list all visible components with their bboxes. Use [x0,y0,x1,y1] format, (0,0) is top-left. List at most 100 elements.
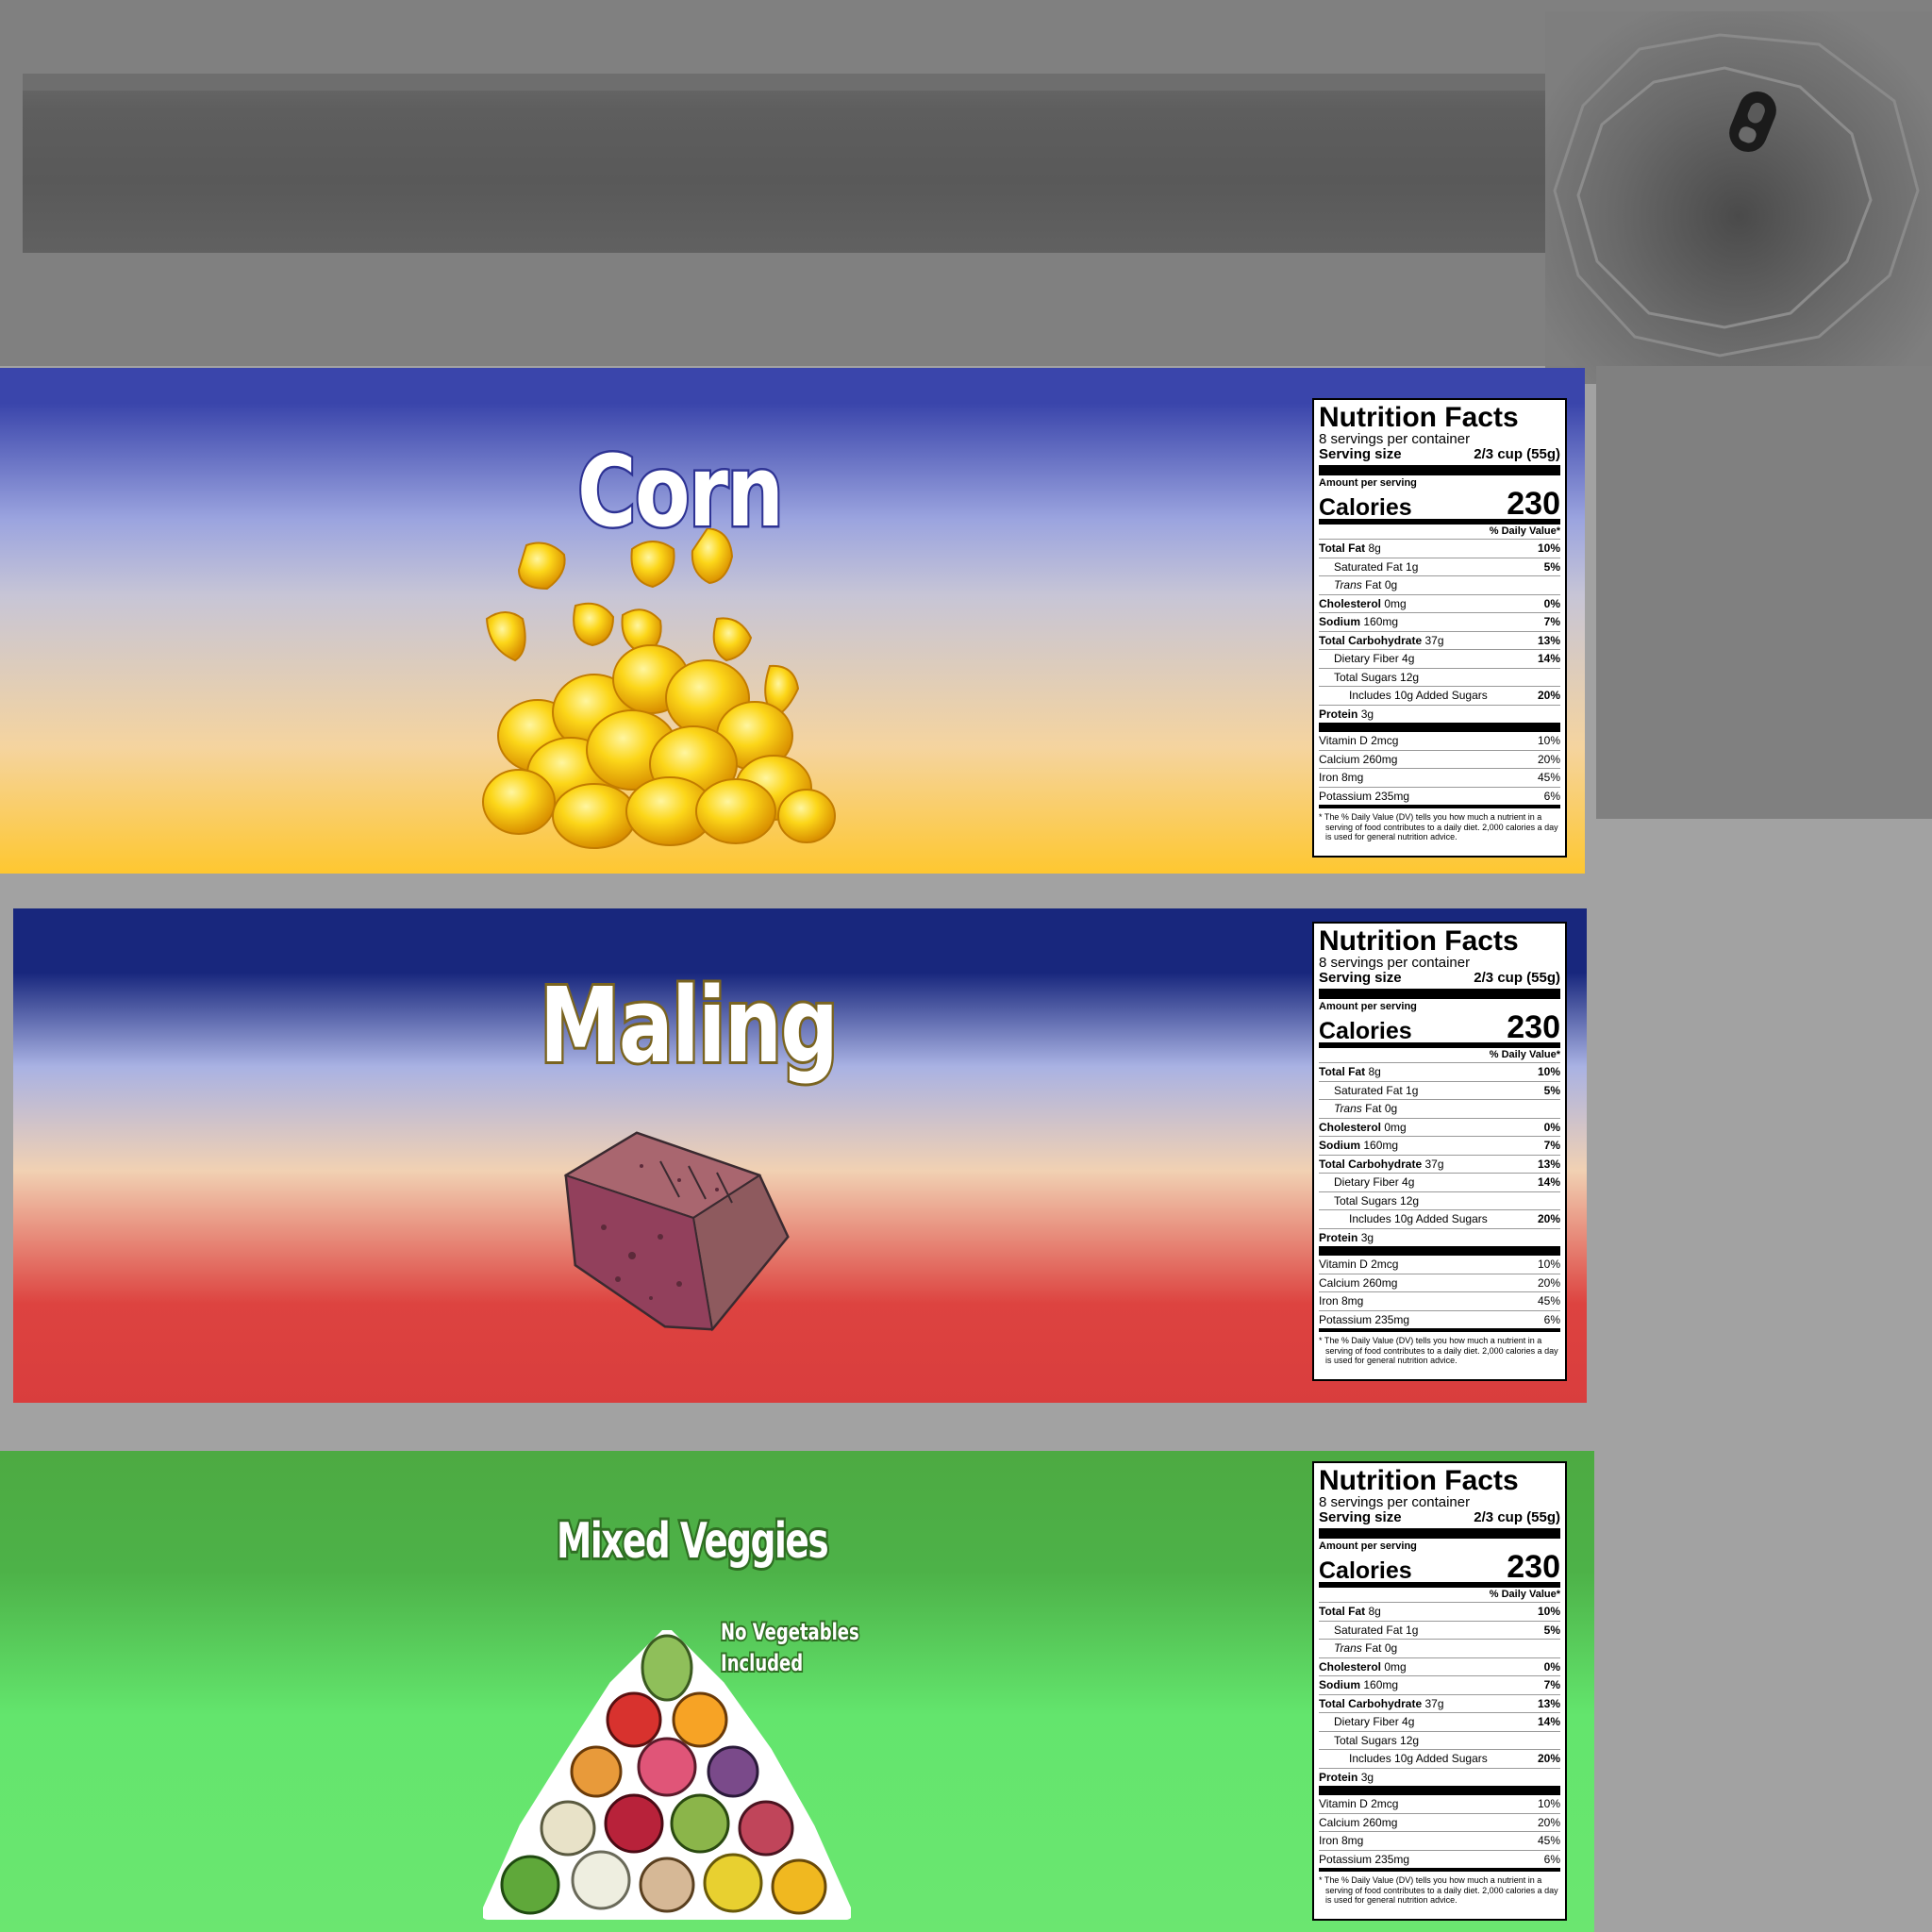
iron-pct: 45% [1537,1834,1560,1847]
carb-amount: 37g [1424,1696,1444,1710]
vitamin-d-pct: 10% [1537,1257,1560,1271]
added-sugars-pct: 20% [1537,689,1560,702]
serving-size-row: Serving size 2/3 cup (55g) [1319,971,1560,999]
sodium-row: Sodium 160mg 7% [1319,1676,1560,1695]
fiber-pct: 14% [1537,1175,1560,1189]
vitamin-d-label: Vitamin D 2mcg [1319,1797,1399,1810]
potassium-pct: 6% [1543,1312,1560,1326]
calcium-row: Calcium 260mg 20% [1319,1274,1560,1292]
trans-fat-row: Trans Fat 0g [1319,1100,1560,1119]
trans-fat-amount: Fat 0g [1365,1102,1398,1115]
nutrition-footnote: * The % Daily Value (DV) tells you how m… [1319,1336,1558,1365]
total-fat-pct: 10% [1537,1605,1560,1618]
nutrition-facts-panel: Nutrition Facts 8 servings per container… [1312,922,1567,1381]
nutrition-facts-title: Nutrition Facts [1319,925,1519,957]
carb-pct: 13% [1537,1157,1560,1171]
carb-row: Total Carbohydrate 37g 13% [1319,1695,1560,1713]
corn-kernels-illustration [482,528,836,849]
serving-size-label: Serving size [1319,446,1402,462]
sugars-row: Total Sugars 12g [1319,669,1560,687]
potassium-label: Potassium 235mg [1319,1852,1410,1866]
calcium-pct: 20% [1537,1275,1560,1290]
carb-amount: 37g [1424,633,1444,647]
added-sugars-row: Includes 10g Added Sugars 20% [1319,1210,1560,1229]
total-fat-row: Total Fat 8g 10% [1319,1603,1560,1622]
calories-value: 230 [1507,1549,1560,1585]
cholesterol-pct: 0% [1543,1659,1560,1674]
vitamin-d-row: Vitamin D 2mcg 10% [1319,1256,1560,1274]
daily-value-header: % Daily Value* [1319,1588,1560,1603]
cholesterol-label: Cholesterol [1319,1659,1382,1674]
fiber-label: Dietary Fiber 4g [1334,652,1415,665]
sat-fat-label: Saturated Fat 1g [1334,559,1419,574]
protein-amount: 3g [1360,707,1374,721]
fiber-row: Dietary Fiber 4g 14% [1319,650,1560,669]
fiber-label: Dietary Fiber 4g [1334,1715,1415,1728]
trans-fat-label: Trans [1334,578,1362,591]
calcium-pct: 20% [1537,1815,1560,1829]
carb-pct: 13% [1537,1696,1560,1710]
fiber-pct: 14% [1537,652,1560,665]
cholesterol-amount: 0mg [1384,596,1407,610]
carb-label: Total Carbohydrate [1319,633,1423,647]
added-sugars-label: Includes 10g Added Sugars [1349,1212,1488,1225]
sat-fat-pct: 5% [1543,1623,1560,1637]
protein-amount: 3g [1360,1230,1374,1244]
sodium-pct: 7% [1543,1678,1560,1691]
sugars-row: Total Sugars 12g [1319,1192,1560,1210]
total-fat-amount: 8g [1368,1065,1381,1078]
calories-row: Calories 230 [1319,1011,1560,1048]
potassium-row: Potassium 235mg 6% [1319,788,1560,808]
protein-row: Protein 3g [1319,1769,1560,1795]
vitamin-d-pct: 10% [1537,734,1560,747]
vitamin-d-row: Vitamin D 2mcg 10% [1319,732,1560,751]
calories-label: Calories [1319,1557,1412,1584]
nutrition-facts-title: Nutrition Facts [1319,1465,1519,1496]
total-fat-row: Total Fat 8g 10% [1319,540,1560,558]
sat-fat-row: Saturated Fat 1g 5% [1319,558,1560,576]
vitamin-d-label: Vitamin D 2mcg [1319,1257,1399,1271]
cholesterol-row: Cholesterol 0mg 0% [1319,1119,1560,1137]
fiber-label: Dietary Fiber 4g [1334,1175,1415,1189]
serving-size-label: Serving size [1319,970,1402,986]
trans-fat-amount: Fat 0g [1365,578,1398,591]
potassium-pct: 6% [1543,1852,1560,1866]
serving-size-value: 2/3 cup (55g) [1474,1509,1560,1525]
protein-amount: 3g [1360,1770,1374,1784]
iron-pct: 45% [1537,771,1560,784]
potassium-label: Potassium 235mg [1319,1312,1410,1326]
added-sugars-label: Includes 10g Added Sugars [1349,1752,1488,1765]
cholesterol-row: Cholesterol 0mg 0% [1319,595,1560,613]
iron-label: Iron 8mg [1319,1294,1364,1307]
cholesterol-pct: 0% [1543,596,1560,610]
carb-label: Total Carbohydrate [1319,1157,1423,1171]
calories-row: Calories 230 [1319,1549,1560,1588]
calcium-label: Calcium 260mg [1319,752,1398,766]
nutrition-facts-title: Nutrition Facts [1319,402,1519,433]
trans-fat-label: Trans [1334,1102,1362,1115]
cholesterol-pct: 0% [1543,1120,1560,1134]
spam-block-illustration [563,1131,790,1332]
sat-fat-pct: 5% [1543,559,1560,574]
serving-size-row: Serving size 2/3 cup (55g) [1319,447,1560,475]
serving-size-value: 2/3 cup (55g) [1474,970,1560,986]
carb-row: Total Carbohydrate 37g 13% [1319,632,1560,650]
sodium-amount: 160mg [1363,615,1399,628]
iron-row: Iron 8mg 45% [1319,769,1560,788]
iron-label: Iron 8mg [1319,771,1364,784]
label-title: Maling [538,962,841,1089]
protein-label: Protein [1319,1230,1358,1244]
cholesterol-amount: 0mg [1384,1120,1407,1134]
servings-per-container: 8 servings per container [1319,1494,1471,1510]
calcium-row: Calcium 260mg 20% [1319,751,1560,769]
nutrition-facts-panel: Nutrition Facts 8 servings per container… [1312,1461,1567,1921]
iron-label: Iron 8mg [1319,1834,1364,1847]
vitamin-d-row: Vitamin D 2mcg 10% [1319,1795,1560,1814]
added-sugars-pct: 20% [1537,1212,1560,1225]
cholesterol-label: Cholesterol [1319,596,1382,610]
total-fat-label: Total Fat [1319,1065,1366,1078]
cholesterol-label: Cholesterol [1319,1120,1382,1134]
calories-label: Calories [1319,494,1412,521]
sugars-row: Total Sugars 12g [1319,1732,1560,1750]
potassium-pct: 6% [1543,789,1560,803]
